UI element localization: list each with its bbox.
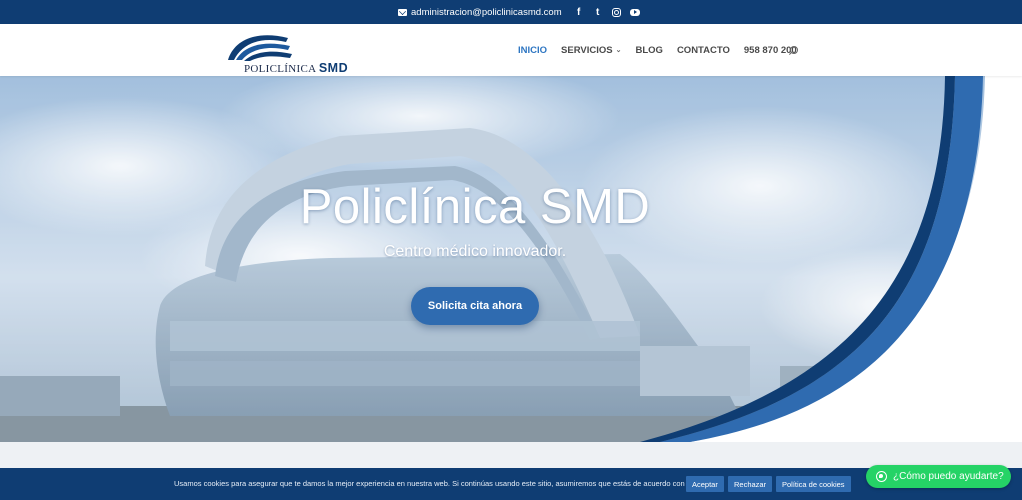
search-icon[interactable] bbox=[789, 46, 798, 55]
hero-subtitle: Centro médico innovador. bbox=[383, 243, 567, 260]
nav-item-contacto-label: CONTACTO bbox=[676, 44, 730, 56]
email-text: administracion@policlinicasmd.com bbox=[411, 6, 562, 18]
nav-item-servicios-label: SERVICIOS bbox=[561, 44, 613, 56]
section-divider bbox=[0, 442, 1022, 468]
nav-item-inicio-label: INICIO bbox=[518, 44, 548, 56]
mail-icon bbox=[398, 8, 407, 16]
whatsapp-chat-button[interactable]: ¿Cómo puedo ayudarte? bbox=[866, 465, 1011, 488]
top-bar: administracion@policlinicasmd.com f t bbox=[0, 0, 1022, 24]
logo-text: POLICLÍNICA SMD bbox=[244, 61, 348, 75]
logo-waves-icon bbox=[228, 35, 292, 61]
youtube-icon[interactable] bbox=[629, 8, 640, 16]
nav-item-inicio[interactable]: INICIO bbox=[518, 45, 547, 56]
hero-title: Policlínica SMD bbox=[299, 180, 651, 234]
nav-item-blog[interactable]: BLOG bbox=[635, 45, 662, 56]
whatsapp-icon bbox=[876, 471, 887, 482]
cookie-reject-button[interactable]: Rechazar bbox=[728, 476, 773, 492]
cookie-policy-button[interactable]: Política de cookies bbox=[776, 476, 851, 492]
instagram-icon[interactable] bbox=[611, 7, 621, 17]
social-links: f t bbox=[574, 7, 640, 18]
cookie-text: Usamos cookies para asegurar que te damo… bbox=[174, 479, 701, 488]
twitter-icon[interactable]: t bbox=[593, 7, 603, 18]
site-logo[interactable]: POLICLÍNICA SMD bbox=[226, 28, 366, 75]
logo-text-brand: SMD bbox=[318, 61, 349, 75]
site-header: POLICLÍNICA SMD INICIO SERVICIOS ⌄ BLOG … bbox=[0, 24, 1022, 76]
email-link[interactable]: administracion@policlinicasmd.com bbox=[398, 7, 562, 18]
whatsapp-label: ¿Cómo puedo ayudarte? bbox=[893, 471, 1004, 482]
cookie-accept-button[interactable]: Aceptar bbox=[686, 476, 724, 492]
facebook-icon[interactable]: f bbox=[574, 7, 584, 18]
hero-section: Policlínica SMD Centro médico innovador.… bbox=[0, 76, 1022, 442]
logo-text-main: POLICLÍNICA bbox=[244, 63, 316, 75]
chevron-down-icon: ⌄ bbox=[615, 47, 622, 54]
book-appointment-button[interactable]: Solicita cita ahora bbox=[411, 287, 539, 325]
nav-item-servicios[interactable]: SERVICIOS ⌄ bbox=[561, 45, 621, 56]
nav-item-contacto[interactable]: CONTACTO bbox=[677, 45, 730, 56]
main-nav: INICIO SERVICIOS ⌄ BLOG CONTACTO 958 870… bbox=[518, 24, 811, 76]
nav-item-blog-label: BLOG bbox=[635, 44, 663, 56]
